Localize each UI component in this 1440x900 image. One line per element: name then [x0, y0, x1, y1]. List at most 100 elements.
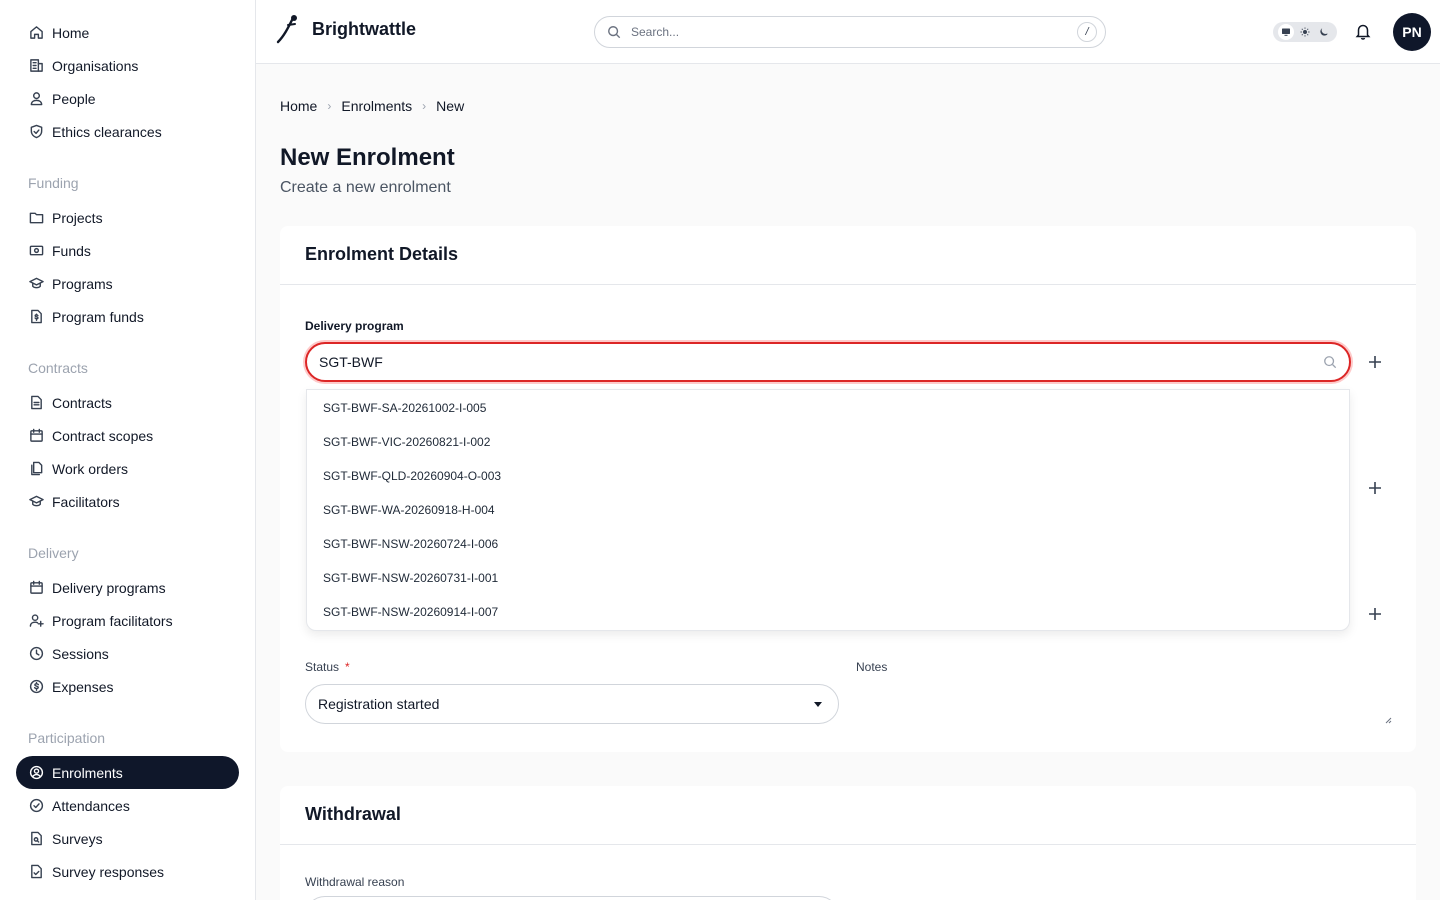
check-circle-icon: [28, 798, 44, 814]
status-select-value: Registration started: [318, 696, 440, 712]
notes-label: Notes: [856, 660, 888, 674]
delivery-program-input[interactable]: [319, 354, 1299, 370]
banknote-icon: [28, 243, 44, 259]
delivery-program-combobox[interactable]: [305, 342, 1351, 382]
sidebar-item-facilitators[interactable]: Facilitators: [16, 485, 239, 518]
dropdown-option[interactable]: SGT-BWF-SA-20261002-I-005: [323, 401, 486, 415]
add-related-record-button[interactable]: [1365, 478, 1385, 498]
page-subtitle: Create a new enrolment: [280, 179, 451, 196]
dropdown-option[interactable]: SGT-BWF-NSW-20260731-I-001: [323, 571, 498, 585]
clock-icon: [28, 646, 44, 662]
sidebar-item-delivery-programs[interactable]: Delivery programs: [16, 571, 239, 604]
sidebar-item-home[interactable]: Home: [16, 16, 239, 49]
moon-icon[interactable]: [1316, 24, 1332, 40]
user-circle-icon: [28, 765, 44, 781]
dropdown-option[interactable]: SGT-BWF-NSW-20260724-I-006: [323, 537, 498, 551]
plus-icon: [1369, 482, 1381, 494]
sidebar-item-label: Work orders: [52, 460, 128, 477]
required-indicator: *: [345, 660, 350, 674]
sidebar-item-label: Enrolments: [52, 764, 123, 781]
sun-icon[interactable]: [1297, 24, 1313, 40]
breadcrumb-home[interactable]: Home: [280, 98, 317, 114]
user-plus-icon: [28, 613, 44, 629]
dropdown-option[interactable]: SGT-BWF-NSW-20260914-I-007: [323, 605, 498, 619]
sidebar-item-label: Contract scopes: [52, 427, 154, 444]
plus-icon: [1369, 608, 1381, 620]
home-icon: [28, 25, 44, 41]
sidebar-item-organisations[interactable]: Organisations: [16, 49, 239, 82]
sidebar-item-funds[interactable]: Funds: [16, 234, 239, 267]
sidebar-item-ethics-clearances[interactable]: Ethics clearances: [16, 115, 239, 148]
sidebar-item-label: Delivery programs: [52, 579, 166, 596]
sidebar-section-contracts: Contracts: [28, 360, 88, 376]
card-title: Withdrawal: [305, 804, 401, 824]
sidebar-item-label: Expenses: [52, 678, 114, 695]
search-input[interactable]: [631, 25, 1051, 39]
withdrawal-reason-select[interactable]: [305, 896, 839, 900]
sidebar-item-contract-scopes[interactable]: Contract scopes: [16, 419, 239, 452]
theme-toggle[interactable]: [1273, 22, 1337, 42]
caret-down-icon: [814, 702, 822, 707]
dropdown-option[interactable]: SGT-BWF-VIC-20260821-I-002: [323, 435, 490, 449]
resize-handle-icon[interactable]: [1384, 716, 1392, 724]
sidebar-item-projects[interactable]: Projects: [16, 201, 239, 234]
delivery-program-options-listbox: SGT-BWF-SA-20261002-I-005 SGT-BWF-VIC-20…: [306, 389, 1350, 631]
sidebar-item-contracts[interactable]: Contracts: [16, 386, 239, 419]
add-delivery-program-button[interactable]: [1365, 352, 1385, 372]
brightwattle-logo-icon: [276, 15, 297, 44]
card-divider: [280, 844, 1416, 845]
top-header: Brightwattle / PN: [256, 0, 1440, 64]
sidebar-item-label: Facilitators: [52, 493, 120, 510]
sidebar-item-surveys[interactable]: Surveys: [16, 822, 239, 855]
plus-icon: [1369, 356, 1381, 368]
sidebar-item-label: Projects: [52, 209, 103, 226]
monitor-icon[interactable]: [1277, 24, 1294, 40]
sidebar-item-people[interactable]: People: [16, 82, 239, 115]
graduation-cap-icon: [28, 494, 44, 510]
user-avatar[interactable]: PN: [1393, 13, 1431, 51]
sidebar-section-participation: Participation: [28, 730, 106, 746]
sidebar-item-expenses[interactable]: Expenses: [16, 670, 239, 703]
breadcrumb-current: New: [436, 98, 465, 114]
dropdown-option[interactable]: SGT-BWF-WA-20260918-H-004: [323, 503, 495, 517]
chevron-right-icon: ›: [327, 99, 332, 113]
calendar-icon: [28, 428, 44, 444]
dropdown-option[interactable]: SGT-BWF-QLD-20260904-O-003: [323, 469, 501, 483]
dollar-circle-icon: [28, 679, 44, 695]
app-logo[interactable]: Brightwattle: [276, 14, 416, 44]
folder-icon: [28, 210, 44, 226]
sidebar-item-label: Attendances: [52, 797, 130, 814]
search-icon: [608, 26, 621, 39]
withdrawal-card: Withdrawal Withdrawal reason: [280, 786, 1416, 900]
add-related-record-button[interactable]: [1365, 604, 1385, 624]
sidebar-item-label: People: [52, 90, 96, 107]
notifications-bell-icon[interactable]: [1354, 22, 1374, 42]
enrolment-details-card: Enrolment Details Delivery program SGT-B…: [280, 226, 1416, 752]
sidebar-item-label: Ethics clearances: [52, 123, 162, 140]
graduation-cap-icon: [28, 276, 44, 292]
sidebar-item-survey-responses[interactable]: Survey responses: [16, 855, 239, 888]
status-label: Status *: [305, 660, 350, 674]
building-icon: [28, 58, 44, 74]
breadcrumb-enrolments[interactable]: Enrolments: [341, 98, 412, 114]
sidebar-item-program-funds[interactable]: Program funds: [16, 300, 239, 333]
sidebar-item-sessions[interactable]: Sessions: [16, 637, 239, 670]
sidebar-item-label: Programs: [52, 275, 113, 292]
sidebar-item-program-facilitators[interactable]: Program facilitators: [16, 604, 239, 637]
sidebar-item-enrolments[interactable]: Enrolments: [16, 756, 239, 789]
sidebar-item-label: Sessions: [52, 645, 109, 662]
global-search[interactable]: /: [594, 16, 1106, 48]
sidebar-item-label: Surveys: [52, 830, 103, 847]
sidebar-item-attendances[interactable]: Attendances: [16, 789, 239, 822]
sidebar-section-delivery: Delivery: [28, 545, 79, 561]
status-select[interactable]: Registration started: [305, 684, 839, 724]
sidebar-item-label: Program funds: [52, 308, 144, 325]
sidebar-item-work-orders[interactable]: Work orders: [16, 452, 239, 485]
status-label-text: Status: [305, 660, 340, 674]
card-divider: [280, 284, 1416, 285]
notes-textarea[interactable]: [856, 684, 1392, 724]
sidebar-item-label: Funds: [52, 242, 91, 259]
file-text-icon: [28, 395, 44, 411]
sidebar-item-label: Survey responses: [52, 863, 165, 880]
sidebar-item-programs[interactable]: Programs: [16, 267, 239, 300]
